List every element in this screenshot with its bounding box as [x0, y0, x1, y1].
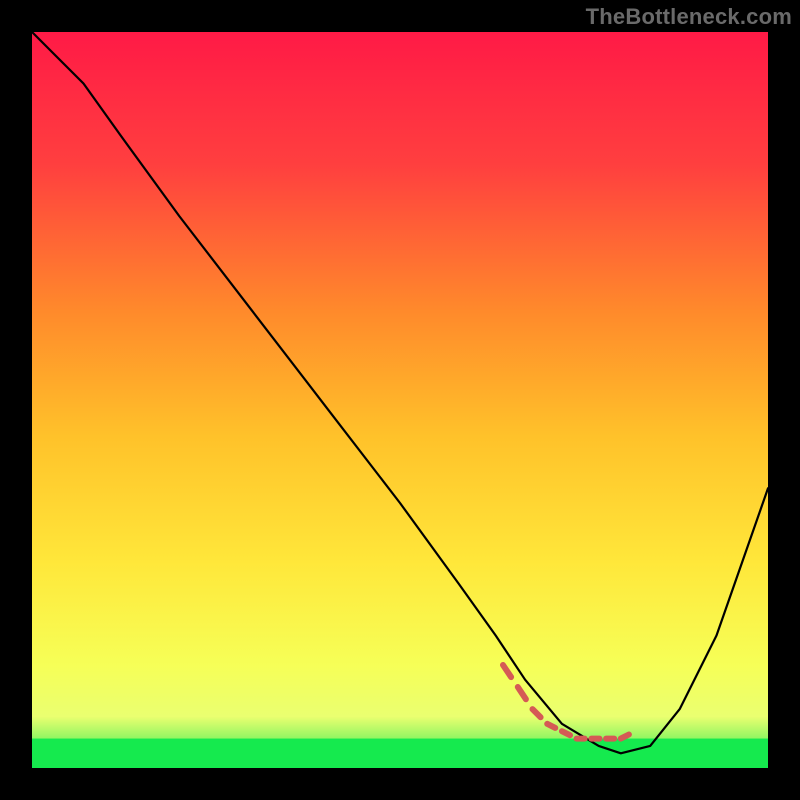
chart-svg — [32, 32, 768, 768]
green-band — [32, 739, 768, 768]
highlight-dash — [621, 735, 629, 739]
highlight-dash — [562, 731, 570, 735]
gradient-background — [32, 32, 768, 768]
app-frame: TheBottleneck.com — [0, 0, 800, 800]
watermark-text: TheBottleneck.com — [586, 4, 792, 30]
plot-area — [32, 32, 768, 768]
highlight-dash — [547, 724, 555, 728]
